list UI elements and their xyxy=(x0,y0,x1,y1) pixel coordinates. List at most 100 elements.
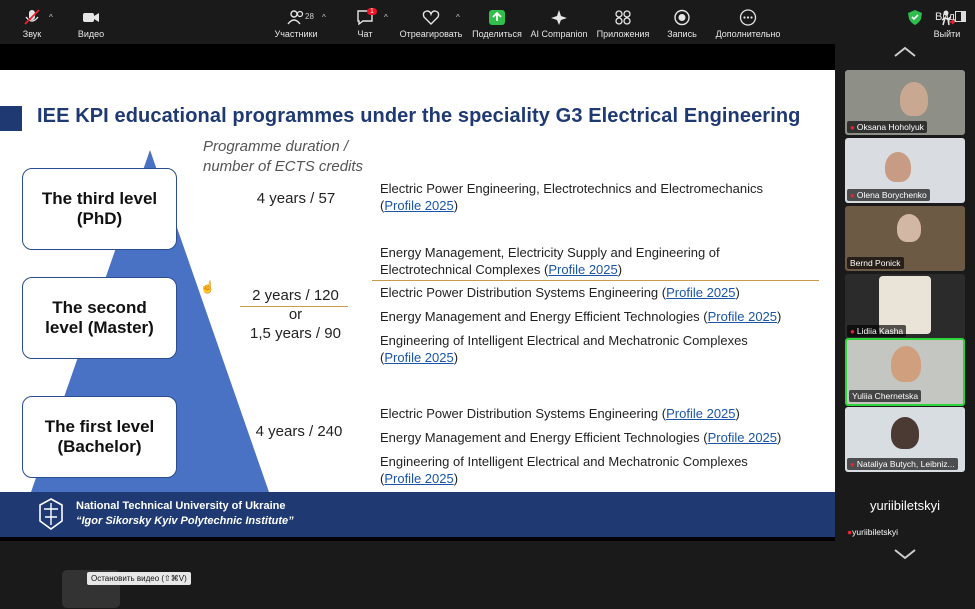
participant-video xyxy=(897,214,921,242)
chat-unread-badge: 1 xyxy=(367,8,377,15)
program-master-2-title: Energy Management and Energy Efficient T… xyxy=(380,309,700,324)
participants-button[interactable]: Участники xyxy=(272,0,320,45)
program-bachelor-1-title: Electric Power Distribution Systems Engi… xyxy=(380,406,659,421)
program-master-3: Engineering of Intelligent Electrical an… xyxy=(380,332,748,366)
participant-tile[interactable]: Bernd Ponick xyxy=(845,206,965,271)
title-accent-bar xyxy=(0,106,22,131)
profile-link[interactable]: Profile 2025 xyxy=(708,430,777,445)
program-bachelor-1: Electric Power Distribution Systems Engi… xyxy=(380,406,740,421)
participant-display-name: yuriibiletskyi xyxy=(869,498,941,513)
program-master-0-title-a: Energy Management, Electricity Supply an… xyxy=(380,245,720,260)
chevron-up-icon[interactable] xyxy=(893,46,917,58)
presentation-slide: IEE KPI educational programmes under the… xyxy=(0,70,835,537)
duration-header: Programme duration / number of ECTS cred… xyxy=(203,137,363,177)
shared-screen: IEE KPI educational programmes under the… xyxy=(0,44,835,541)
profile-link[interactable]: Profile 2025 xyxy=(384,350,453,365)
react-label: Отреагировать xyxy=(399,29,463,39)
university-name-line2: “Igor Sikorsky Kyiv Polytechnic Institut… xyxy=(76,515,294,527)
program-master-1-title: Electric Power Distribution Systems Engi… xyxy=(380,285,659,300)
video-camera-icon xyxy=(83,13,99,22)
share-button[interactable]: Поделиться xyxy=(472,0,522,45)
level-master-line2: level (Master) xyxy=(45,318,154,337)
participant-name: Nataliya Butych, Leibniz... xyxy=(856,459,955,469)
program-separator xyxy=(372,280,819,281)
duration-master-b: 1,5 years / 90 xyxy=(250,325,341,342)
participant-video xyxy=(900,82,928,116)
heart-icon xyxy=(422,10,440,25)
participants-label: Участники xyxy=(274,29,318,39)
university-name-line1: National Technical University of Ukraine xyxy=(76,500,286,512)
participant-name: Olena Borychenko xyxy=(856,190,927,200)
meeting-toolbar xyxy=(0,564,975,609)
participant-name-tag: ●yuriibiletskyi xyxy=(847,527,898,537)
slide-footer: National Technical University of Ukraine… xyxy=(0,492,835,537)
program-bachelor-2: Energy Management and Energy Efficient T… xyxy=(380,430,782,445)
more-button[interactable]: Дополнительно xyxy=(714,0,782,45)
ai-companion-button[interactable]: AI Companion xyxy=(530,0,588,45)
sound-label: Звук xyxy=(22,29,42,39)
react-button[interactable]: Отреагировать xyxy=(398,0,464,45)
duration-separator xyxy=(240,306,348,307)
participant-name: yuriibiletskyi xyxy=(852,527,898,537)
profile-link[interactable]: Profile 2025 xyxy=(548,262,617,277)
more-label: Дополнительно xyxy=(715,29,781,39)
video-button[interactable]: Видео xyxy=(72,0,110,45)
university-name: National Technical University of Ukraine… xyxy=(76,499,294,529)
sound-options-caret-icon[interactable]: ^ xyxy=(49,13,53,22)
video-label: Видео xyxy=(77,29,105,39)
record-button[interactable]: Запись xyxy=(664,0,700,45)
participant-tile-active-speaker[interactable]: Yuliia Chernetska xyxy=(845,338,965,406)
profile-link[interactable]: Profile 2025 xyxy=(666,406,735,421)
level-phd-box: The third level (PhD) xyxy=(22,168,177,250)
kpi-logo-icon xyxy=(39,498,63,530)
participants-options-caret-icon[interactable]: ^ xyxy=(322,13,326,22)
slide-title: IEE KPI educational programmes under the… xyxy=(37,105,801,127)
level-master-line1: The second xyxy=(52,298,147,317)
program-master-0-line2: Electrotechnical Complexes (Profile 2025… xyxy=(380,262,623,277)
program-phd-1: Electric Power Engineering, Electrotechn… xyxy=(380,180,763,214)
level-phd-line1: The third level xyxy=(41,189,158,208)
participant-name-tag: ● Lidiia Kasha xyxy=(847,325,907,337)
apps-button[interactable]: Приложения xyxy=(596,0,650,45)
profile-link[interactable]: Profile 2025 xyxy=(384,198,453,213)
react-options-caret-icon[interactable]: ^ xyxy=(456,13,460,22)
participant-video xyxy=(885,152,911,182)
program-master-1: Electric Power Distribution Systems Engi… xyxy=(380,285,740,300)
program-master-0-title-b: Electrotechnical Complexes xyxy=(380,262,541,277)
shield-icon[interactable] xyxy=(908,10,922,25)
duration-master-a: 2 years / 120 xyxy=(252,287,339,304)
mic-muted-icon: ● xyxy=(850,460,855,469)
participant-name: Yuliia Chernetska xyxy=(852,391,919,401)
share-screen-icon xyxy=(489,10,505,25)
leave-icon xyxy=(941,10,955,26)
participant-tile[interactable]: ● Nataliya Butych, Leibniz... xyxy=(845,407,965,472)
hand-cursor-icon: ☝ xyxy=(200,280,215,294)
apps-label: Приложения xyxy=(596,29,650,39)
program-bachelor-2-title: Energy Management and Energy Efficient T… xyxy=(380,430,700,445)
chevron-down-icon[interactable] xyxy=(893,548,917,560)
program-bachelor-3-title: Engineering of Intelligent Electrical an… xyxy=(380,454,748,469)
participant-tile[interactable]: ● Olena Borychenko xyxy=(845,138,965,203)
profile-link[interactable]: Profile 2025 xyxy=(708,309,777,324)
program-phd-1-title: Electric Power Engineering, Electrotechn… xyxy=(380,181,763,196)
program-bachelor-3-link-line: (Profile 2025) xyxy=(380,471,459,486)
program-master-2: Energy Management and Energy Efficient T… xyxy=(380,309,782,324)
duration-master: 2 years / 120 or 1,5 years / 90 xyxy=(238,286,353,343)
duration-phd: 4 years / 57 xyxy=(256,190,336,207)
participant-tile[interactable]: ● Lidiia Kasha xyxy=(845,274,965,339)
participant-video xyxy=(891,417,919,449)
profile-link[interactable]: Profile 2025 xyxy=(666,285,735,300)
profile-link[interactable]: Profile 2025 xyxy=(384,471,453,486)
participant-name-tag: Bernd Ponick xyxy=(847,257,904,269)
chat-button[interactable]: Чат xyxy=(352,0,378,45)
participant-name-tag: ● Oksana Hoholyuk xyxy=(847,121,927,133)
duration-header-line1: Programme duration / xyxy=(203,138,349,155)
chat-options-caret-icon[interactable]: ^ xyxy=(384,13,388,22)
participants-count: 28 xyxy=(305,12,314,21)
mic-muted-icon: ● xyxy=(850,123,855,132)
leave-button[interactable]: Выйти xyxy=(930,0,964,45)
participant-tile-no-video[interactable]: yuriibiletskyi ●yuriibiletskyi xyxy=(845,474,965,539)
apps-icon xyxy=(615,10,631,25)
sound-button[interactable]: Звук xyxy=(14,0,50,45)
participant-tile[interactable]: ● Oksana Hoholyuk xyxy=(845,70,965,135)
